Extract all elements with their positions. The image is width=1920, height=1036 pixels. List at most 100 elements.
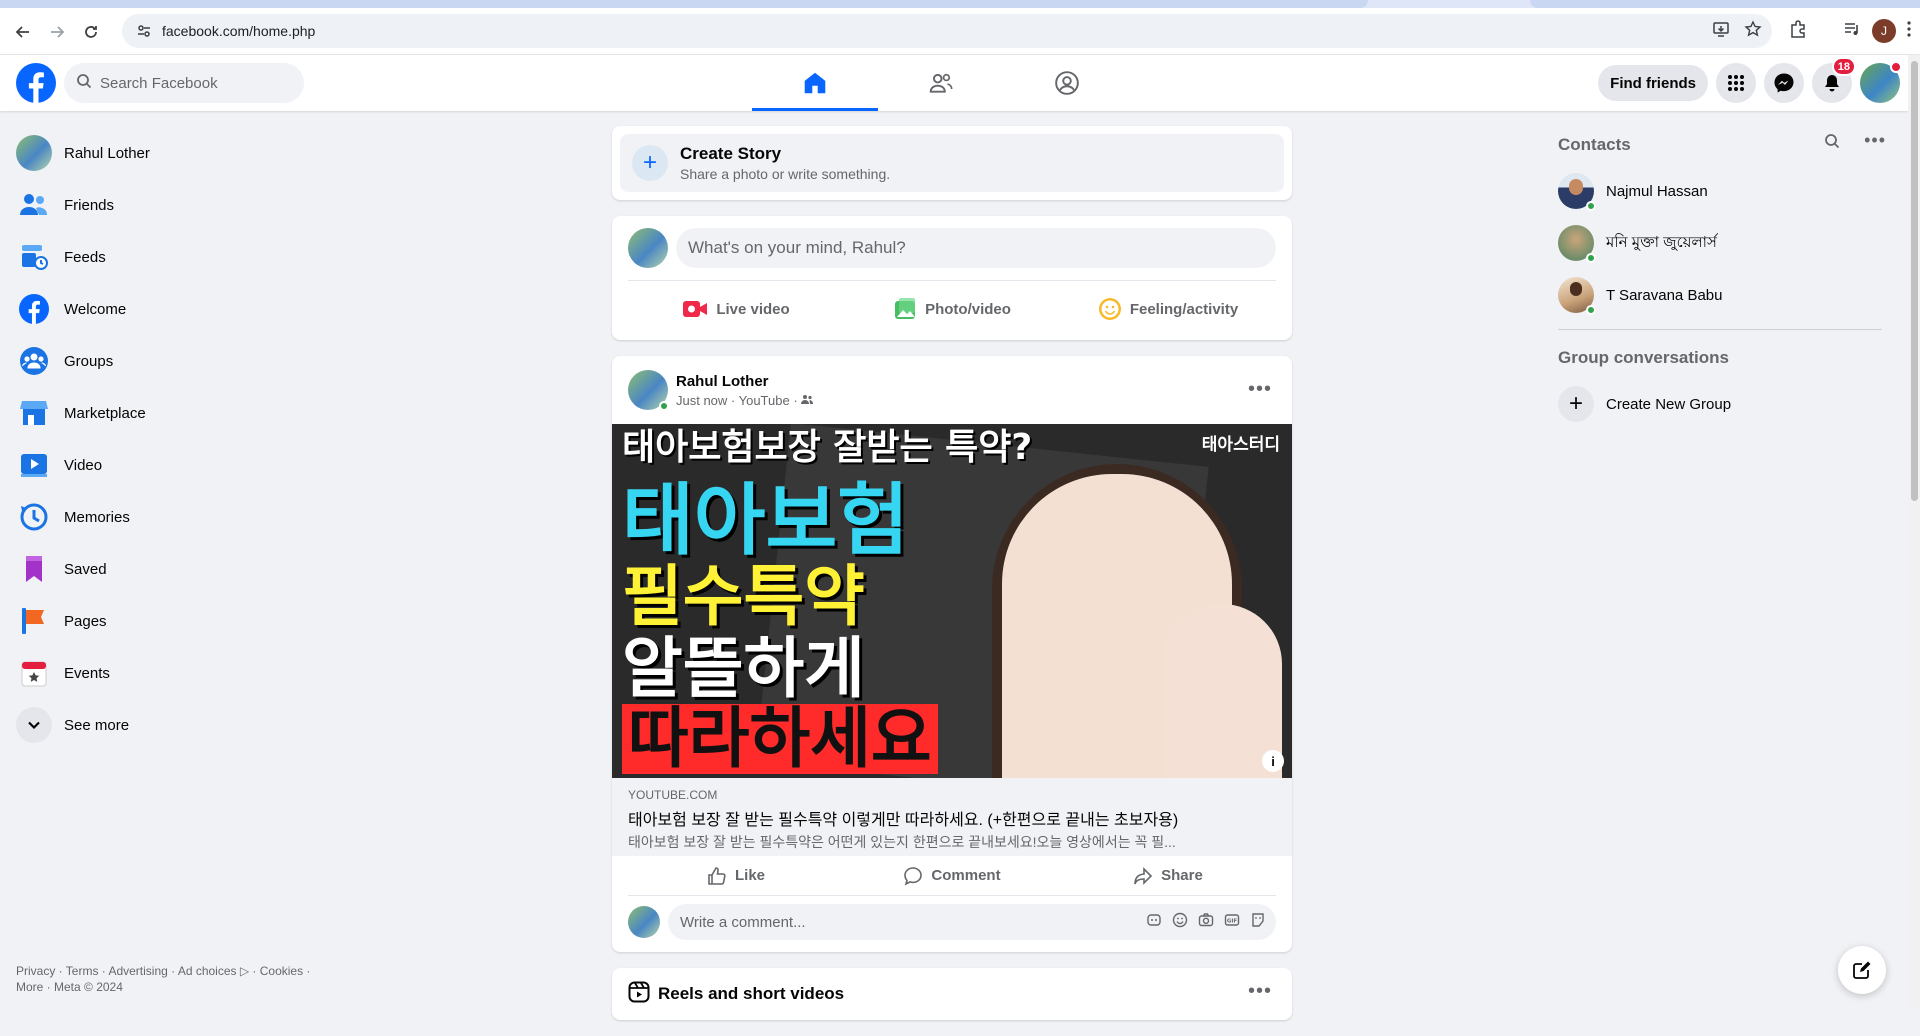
menu-grid-icon[interactable] bbox=[1716, 63, 1756, 103]
new-message-button[interactable] bbox=[1838, 946, 1886, 994]
divider bbox=[1558, 329, 1882, 330]
url-text: facebook.com/home.php bbox=[162, 23, 316, 39]
sidebar-item-events[interactable]: Events bbox=[8, 647, 328, 699]
comment-icon bbox=[904, 866, 923, 886]
link-preview[interactable]: YOUTUBE.COM 태아보험 보장 잘 받는 필수특약 이렇게만 따라하세요… bbox=[612, 778, 1292, 856]
online-indicator bbox=[659, 401, 669, 411]
link-thumbnail[interactable]: 태아보험보장 잘받는 특약? 태아보험 필수특약 알뜰하게 따라하세요 태아스터… bbox=[612, 424, 1292, 778]
profile-avatar[interactable]: J bbox=[1872, 19, 1896, 43]
share-button[interactable]: Share bbox=[1060, 856, 1276, 895]
emoji-icon[interactable] bbox=[1172, 912, 1188, 932]
contact-avatar bbox=[1558, 225, 1596, 263]
messenger-icon[interactable] bbox=[1764, 63, 1804, 103]
photo-video-label: Photo/video bbox=[925, 300, 1011, 318]
create-group-label: Create New Group bbox=[1606, 395, 1732, 413]
online-indicator bbox=[1586, 201, 1596, 211]
media-controls-icon[interactable] bbox=[1842, 19, 1862, 44]
divider bbox=[628, 280, 1276, 281]
contact-name: মনি মুক্তা জুয়েলার্স bbox=[1606, 233, 1717, 251]
sidebar-item-friends[interactable]: Friends bbox=[8, 179, 328, 231]
main-nav bbox=[752, 55, 1130, 111]
reels-options-icon[interactable]: ••• bbox=[1248, 980, 1272, 1003]
create-group-button[interactable]: + Create New Group bbox=[1550, 378, 1890, 430]
contact-item[interactable]: মনি মুক্তা জুয়েলার্স bbox=[1550, 217, 1890, 269]
footer-line-1[interactable]: Privacy · Terms · Advertising · Ad choic… bbox=[16, 963, 346, 979]
sidebar-item-video[interactable]: Video bbox=[8, 439, 328, 491]
photo-video-button[interactable]: Photo/video bbox=[844, 289, 1060, 329]
page-scrollbar[interactable] bbox=[1908, 55, 1920, 1008]
address-bar[interactable]: facebook.com/home.php bbox=[122, 14, 1772, 48]
tab-strip bbox=[0, 0, 1920, 8]
contact-name: T Saravana Babu bbox=[1606, 286, 1723, 304]
plus-icon: + bbox=[632, 145, 668, 181]
saved-icon bbox=[16, 551, 52, 587]
notifications-bell-icon[interactable]: 18 bbox=[1812, 57, 1856, 103]
sidebar-item-memories[interactable]: Memories bbox=[8, 491, 328, 543]
live-video-label: Live video bbox=[716, 300, 790, 318]
reload-icon[interactable] bbox=[74, 15, 108, 49]
create-story-button[interactable]: + Create Story Share a photo or write so… bbox=[620, 134, 1284, 192]
forward-icon[interactable] bbox=[40, 15, 74, 49]
comment-label: Comment bbox=[931, 867, 1001, 884]
avatar-sticker-icon[interactable] bbox=[1146, 912, 1162, 932]
sidebar-item-saved[interactable]: Saved bbox=[8, 543, 328, 595]
sidebar-item-label: Marketplace bbox=[64, 404, 146, 422]
gif-icon[interactable]: GIF bbox=[1224, 912, 1240, 932]
contact-avatar bbox=[1558, 277, 1596, 315]
back-icon[interactable] bbox=[6, 15, 40, 49]
footer-line-2[interactable]: More · Meta © 2024 bbox=[16, 979, 346, 995]
browser-menu-icon[interactable] bbox=[1906, 20, 1912, 43]
live-video-icon bbox=[683, 301, 708, 317]
contact-item[interactable]: Najmul Hassan bbox=[1550, 165, 1890, 217]
sidebar-item-groups[interactable]: Groups bbox=[8, 335, 328, 387]
sidebar-item-profile[interactable]: Rahul Lother bbox=[8, 127, 328, 179]
thumbnail-line: 따라하세요 bbox=[622, 704, 938, 774]
extensions-icon[interactable] bbox=[1788, 19, 1808, 44]
bookmark-star-icon[interactable] bbox=[1744, 19, 1762, 43]
marketplace-icon bbox=[16, 395, 52, 431]
search-input[interactable]: Search Facebook bbox=[64, 63, 304, 103]
sidebar-item-marketplace[interactable]: Marketplace bbox=[8, 387, 328, 439]
comment-button[interactable]: Comment bbox=[844, 856, 1060, 895]
sidebar-item-label: Video bbox=[64, 456, 103, 474]
sidebar-item-label: Saved bbox=[64, 560, 107, 578]
sidebar-item-see-more[interactable]: See more bbox=[8, 699, 328, 751]
sidebar-item-label: Groups bbox=[64, 352, 114, 370]
tab-friends[interactable] bbox=[878, 55, 1004, 111]
contacts-options-icon[interactable]: ••• bbox=[1864, 131, 1886, 154]
news-feed: + Create Story Share a photo or write so… bbox=[612, 126, 1292, 1036]
tab-profile[interactable] bbox=[1004, 55, 1130, 111]
account-avatar[interactable] bbox=[1860, 61, 1902, 103]
friends-audience-icon[interactable] bbox=[801, 393, 814, 408]
info-icon[interactable]: i bbox=[1262, 750, 1284, 772]
friends-icon bbox=[16, 187, 52, 223]
sidebar-item-feeds[interactable]: Feeds bbox=[8, 231, 328, 283]
search-placeholder: Search Facebook bbox=[100, 74, 218, 92]
contact-item[interactable]: T Saravana Babu bbox=[1550, 269, 1890, 321]
sidebar-item-label: Pages bbox=[64, 612, 107, 630]
left-sidebar: Rahul Lother Friends Feeds Welcome Group… bbox=[8, 127, 328, 751]
comment-input[interactable]: Write a comment... GIF bbox=[668, 904, 1276, 940]
like-button[interactable]: Like bbox=[628, 856, 844, 895]
site-settings-icon[interactable] bbox=[130, 23, 158, 39]
install-app-icon[interactable] bbox=[1712, 20, 1730, 43]
search-contacts-icon[interactable] bbox=[1824, 133, 1840, 154]
contacts-title: Contacts bbox=[1558, 135, 1631, 154]
tab-home[interactable] bbox=[752, 55, 878, 111]
find-friends-button[interactable]: Find friends bbox=[1598, 65, 1708, 101]
like-label: Like bbox=[734, 867, 765, 884]
post-composer: What's on your mind, Rahul? Live video P… bbox=[612, 216, 1292, 340]
reels-card: Reels and short videos ••• bbox=[612, 968, 1292, 1020]
sidebar-item-pages[interactable]: Pages bbox=[8, 595, 328, 647]
facebook-logo-icon[interactable] bbox=[16, 63, 56, 103]
post-options-icon[interactable]: ••• bbox=[1248, 378, 1272, 401]
sidebar-item-welcome[interactable]: Welcome bbox=[8, 283, 328, 335]
avatar bbox=[628, 228, 668, 268]
link-description: 태아보험 보장 잘 받는 필수특약은 어떤게 있는지 한편으로 끝내보세요!오늘… bbox=[628, 834, 1176, 850]
live-video-button[interactable]: Live video bbox=[628, 289, 844, 329]
post-author-name[interactable]: Rahul Lother bbox=[676, 373, 813, 390]
camera-icon[interactable] bbox=[1198, 912, 1214, 932]
feeling-activity-button[interactable]: Feeling/activity bbox=[1060, 289, 1276, 329]
composer-input[interactable]: What's on your mind, Rahul? bbox=[676, 228, 1276, 268]
sticker-icon[interactable] bbox=[1250, 912, 1266, 932]
